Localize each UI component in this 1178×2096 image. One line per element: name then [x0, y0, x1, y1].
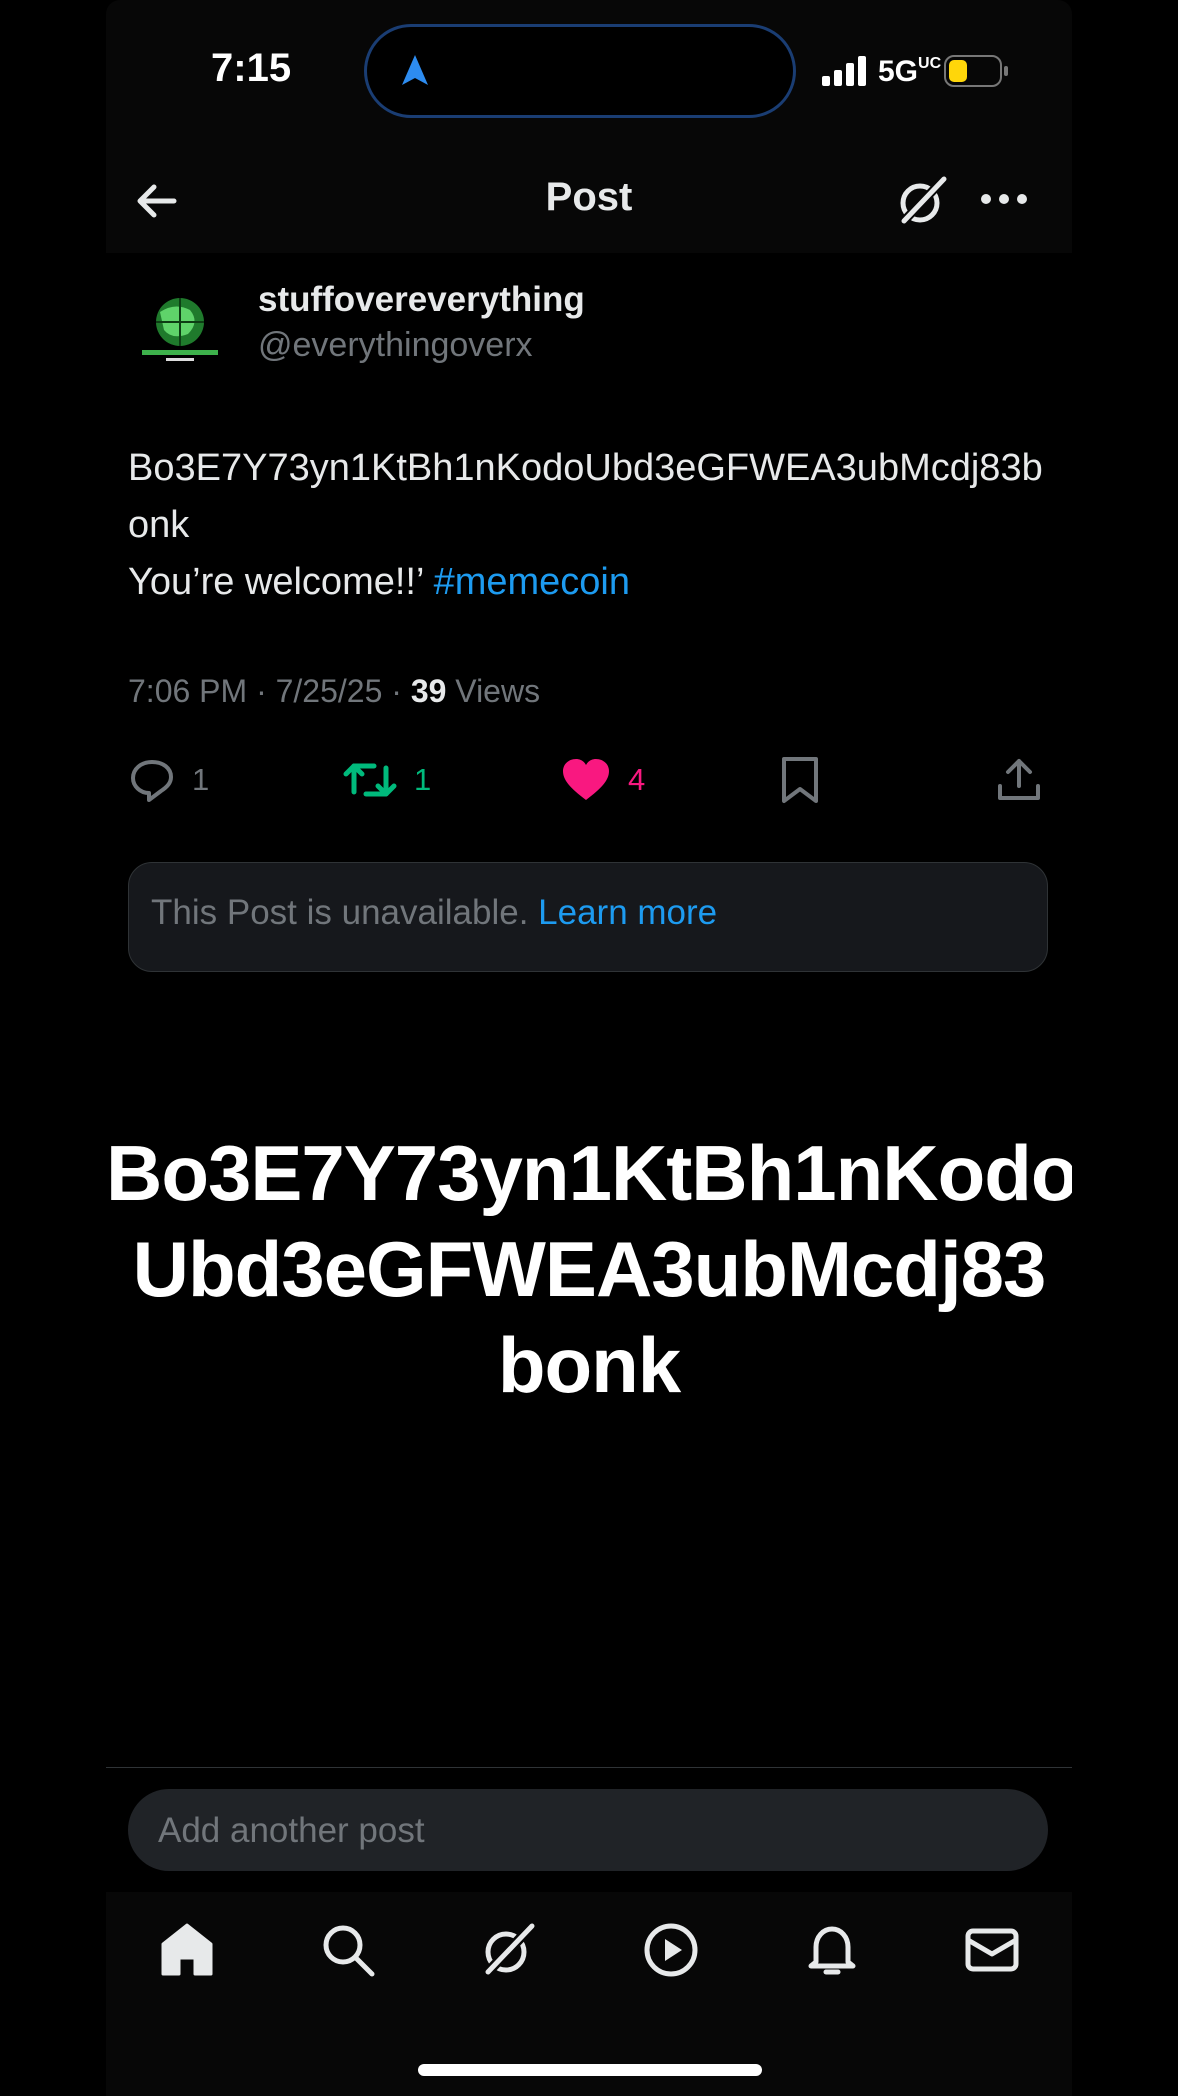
home-icon[interactable] [157, 1920, 217, 1980]
learn-more-link[interactable]: Learn more [538, 893, 717, 932]
divider [106, 1767, 1072, 1768]
views-label: Views [455, 673, 541, 709]
globe-logo-icon [142, 298, 218, 361]
views-count: 39 [410, 673, 447, 709]
large-text-line: bonk [497, 1321, 681, 1409]
avatar[interactable] [130, 282, 230, 382]
reply-button[interactable]: 1 [128, 750, 209, 810]
home-indicator[interactable] [418, 2064, 762, 2076]
repost-button[interactable]: 1 [342, 750, 431, 810]
post-meta: 7:06 PM · 7/25/25 · 39 Views [128, 673, 541, 709]
bookmark-button[interactable] [778, 750, 822, 810]
post-date: 7/25/25 [275, 673, 383, 709]
cellular-signal-icon [822, 56, 866, 86]
bookmark-icon [782, 757, 818, 803]
post-header: Post [106, 145, 1072, 253]
hashtag-link[interactable]: #memecoin [434, 561, 630, 603]
post-actions: 1 1 4 [106, 750, 1072, 810]
status-time: 7:15 [211, 46, 292, 90]
location-arrow-icon [402, 55, 428, 85]
phone-screen: 7:15 5GUC Post stuffovereverything @ever… [106, 0, 1072, 2096]
large-text-line: Ubd3eGFWEA3ubMcdj83 [132, 1225, 1047, 1313]
author-display-name[interactable]: stuffovereverything [258, 280, 585, 320]
reply-icon [131, 760, 173, 802]
network-label: 5GUC [878, 55, 942, 88]
battery-icon [944, 55, 1008, 87]
grok-icon[interactable] [896, 175, 948, 227]
large-text-line: Bo3E7Y73yn1KtBh1nKodo [106, 1129, 1072, 1217]
grok-icon[interactable] [478, 1920, 538, 1980]
large-text-display: Bo3E7Y73yn1KtBh1nKodo Ubd3eGFWEA3ubMcdj8… [106, 1125, 1072, 1413]
search-icon[interactable] [318, 1920, 378, 1980]
bottom-tab-bar [106, 1892, 1072, 2096]
status-bar: 7:15 5GUC [106, 0, 1072, 145]
reply-count: 1 [192, 762, 210, 797]
like-count: 4 [628, 762, 646, 797]
repost-count: 1 [414, 762, 432, 797]
author-handle[interactable]: @everythingoverx [258, 326, 533, 365]
mail-icon[interactable] [962, 1920, 1022, 1980]
play-icon[interactable] [641, 1920, 701, 1980]
dynamic-island [364, 24, 796, 118]
post-text: Bo3E7Y73yn1KtBh1nKodoUbd3eGFWEA3ubMcdj83… [128, 440, 1058, 611]
unavailable-post-card: This Post is unavailable. Learn more [128, 862, 1048, 972]
post-time: 7:06 PM [128, 673, 248, 709]
reply-input[interactable]: Add another post [128, 1789, 1048, 1871]
share-icon [998, 759, 1040, 800]
like-button[interactable]: 4 [560, 750, 645, 810]
repost-icon [343, 763, 397, 797]
heart-icon [563, 759, 609, 800]
bell-icon[interactable] [802, 1920, 862, 1980]
post-text-line: Bo3E7Y73yn1KtBh1nKodoUbd3eGFWEA3ubMcdj83… [128, 447, 1043, 546]
post-text-line: You’re welcome!!’ #memecoin [128, 561, 630, 603]
share-button[interactable] [996, 750, 1042, 810]
unavailable-text: This Post is unavailable. [151, 893, 529, 932]
ellipsis-icon[interactable] [980, 191, 1028, 207]
